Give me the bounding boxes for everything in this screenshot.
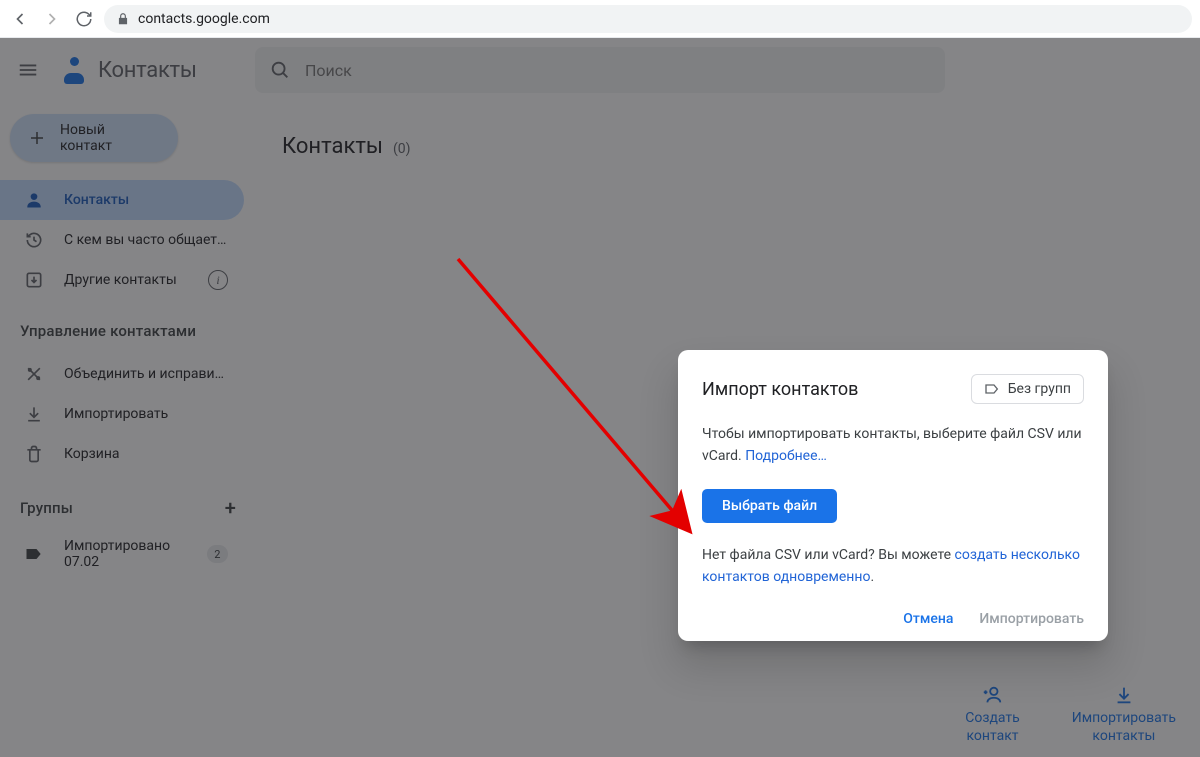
lock-icon	[116, 12, 130, 26]
reload-button[interactable]	[72, 7, 96, 31]
address-bar[interactable]: contacts.google.com	[104, 5, 1192, 33]
cancel-button[interactable]: Отмена	[903, 611, 953, 627]
dialog-body-2: Нет файла CSV или vCard? Вы можете созда…	[702, 545, 1084, 588]
url-text: contacts.google.com	[138, 11, 270, 27]
browser-chrome: contacts.google.com	[0, 0, 1200, 38]
forward-button[interactable]	[40, 7, 64, 31]
learn-more-link[interactable]: Подробнее…	[745, 448, 827, 464]
select-file-button[interactable]: Выбрать файл	[702, 489, 837, 523]
label-outline-icon	[984, 381, 1000, 397]
group-chip[interactable]: Без групп	[971, 374, 1084, 404]
app: Контакты Новый контакт Ко	[0, 38, 1200, 757]
dialog-title: Импорт контактов	[702, 379, 858, 400]
back-button[interactable]	[8, 7, 32, 31]
import-button[interactable]: Импортировать	[979, 611, 1084, 627]
dialog-body-1: Чтобы импортировать контакты, выберите ф…	[702, 424, 1084, 467]
chip-label: Без групп	[1008, 381, 1071, 397]
import-dialog: Импорт контактов Без групп Чтобы импорти…	[678, 350, 1108, 641]
